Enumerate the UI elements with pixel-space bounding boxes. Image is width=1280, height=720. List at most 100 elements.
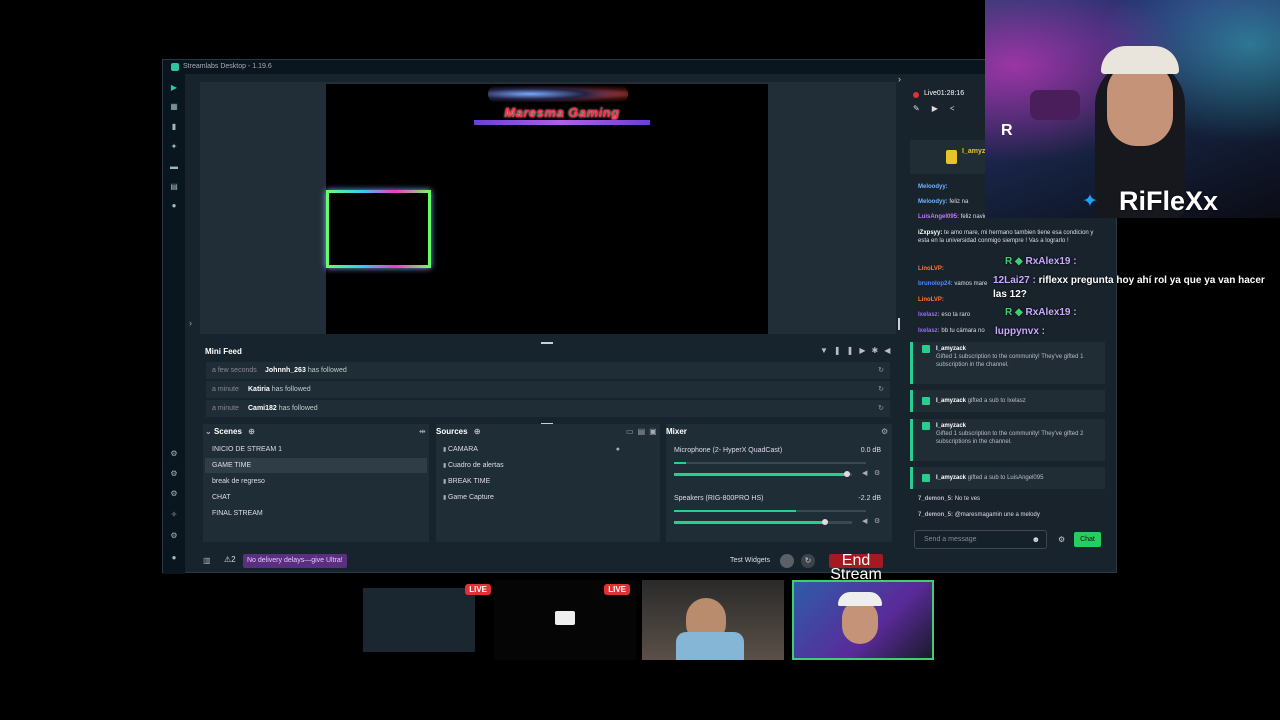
source-item[interactable]: ▮ Game Capture bbox=[436, 490, 660, 505]
volume-slider-knob[interactable] bbox=[822, 519, 828, 525]
settings-icon[interactable]: ✱ bbox=[871, 346, 884, 355]
feed-row: a minute Katiria has followed ↻ bbox=[206, 381, 890, 398]
volume-slider-knob[interactable] bbox=[844, 471, 850, 477]
pause-icon[interactable]: ❚❚ bbox=[834, 346, 859, 355]
chat-text: feliz na bbox=[949, 199, 969, 205]
sub-event: I_amyzack Gifted 1 subscription to the co… bbox=[910, 419, 1105, 461]
streamer-face bbox=[1107, 62, 1173, 146]
scene-item[interactable]: CHAT bbox=[205, 490, 427, 505]
overlay-user: 12Lai27 : bbox=[993, 275, 1036, 286]
source-settings-icon[interactable]: ▣ bbox=[649, 427, 661, 436]
source-label: CAMARA bbox=[447, 446, 478, 453]
thumbnail-host-cam[interactable] bbox=[792, 580, 934, 660]
source-item[interactable]: ▮ CAMARA ● bbox=[436, 442, 660, 457]
scene-item[interactable]: FINAL STREAM bbox=[205, 506, 427, 521]
replay-icon[interactable]: ↻ bbox=[878, 381, 884, 398]
camera-frame[interactable] bbox=[326, 190, 431, 268]
stats-icon[interactable]: ▥ bbox=[203, 556, 211, 565]
window-title: Streamlabs Desktop - 1.19.6 bbox=[183, 63, 272, 70]
brand-glow bbox=[488, 85, 628, 103]
stream-info-icon[interactable]: ▶ bbox=[932, 104, 950, 113]
layout-icon[interactable]: ▦ bbox=[169, 103, 179, 111]
mute-speaker-icon[interactable]: ◀ bbox=[862, 469, 867, 477]
share-icon[interactable]: < bbox=[950, 104, 967, 113]
chat-message: 7_demon_5: @maresmagamin une a melody bbox=[918, 511, 1103, 519]
resize-handle[interactable] bbox=[898, 318, 900, 330]
source-item[interactable]: ▮ Cuadro de alertas bbox=[436, 458, 660, 473]
overlay-chat-line: luppynvx : bbox=[995, 326, 1045, 337]
left-nav: ▶ ▦ ▮ ✦ ▬ ▤ ● ⚙ ⚙ ⚙ ✧ ⚙ ● bbox=[163, 74, 185, 574]
dashboard-icon[interactable]: ⚙ bbox=[169, 470, 179, 478]
apps-icon[interactable]: ● bbox=[169, 202, 179, 210]
chat-settings-icon[interactable]: ⚙ bbox=[1058, 535, 1065, 544]
edit-icon[interactable]: ✎ bbox=[913, 104, 932, 113]
mute-icon[interactable]: ◀ bbox=[884, 346, 896, 355]
mixer-settings-icon[interactable]: ⚙ bbox=[881, 427, 888, 436]
delay-badge[interactable]: No delivery delays—give Ultra! bbox=[243, 554, 347, 568]
streamlabs-logo-icon bbox=[171, 63, 179, 71]
themes-icon[interactable]: ✦ bbox=[169, 143, 179, 151]
source-label: BREAK TIME bbox=[447, 478, 491, 485]
thumbnail-screen[interactable]: LIVE bbox=[355, 580, 497, 660]
stage: { "app": {"title": "Streamlabs Desktop -… bbox=[0, 0, 1280, 720]
chat-user: iZxpsyy: bbox=[918, 230, 943, 236]
expand-chat-icon[interactable]: › bbox=[898, 74, 901, 84]
end-stream-button[interactable]: End Stream bbox=[829, 553, 883, 583]
alerts-icon[interactable]: ⚙ bbox=[169, 490, 179, 498]
volume-slider-fill bbox=[674, 521, 825, 524]
profile-icon[interactable]: ● bbox=[169, 554, 179, 562]
test-widgets-button[interactable] bbox=[780, 554, 794, 568]
chat-user: LuisAngel095: bbox=[918, 214, 960, 220]
sub-event: I_amyzack gifted a sub to LuisAngel095 bbox=[910, 467, 1105, 489]
scene-item[interactable]: INICIO DE STREAM 1 bbox=[205, 442, 427, 457]
alert-warning[interactable]: ⚠2 bbox=[224, 555, 236, 564]
hype-badge-icon bbox=[946, 150, 957, 164]
thumbnail-guest-cam[interactable] bbox=[642, 580, 784, 660]
source-group-icon[interactable]: ▤ bbox=[638, 427, 650, 436]
studio-icon[interactable]: ▮ bbox=[169, 123, 179, 131]
volume-slider-fill bbox=[674, 473, 847, 476]
source-folder-icon[interactable]: ▭ bbox=[626, 427, 638, 436]
overlay-user: luppynvx : bbox=[995, 326, 1046, 337]
chat-input[interactable]: Send a message ☻ bbox=[914, 530, 1047, 549]
mute-speaker-icon[interactable]: ◀ bbox=[862, 517, 867, 525]
chat-send-button[interactable]: Chat bbox=[1074, 532, 1101, 547]
settings-app-icon[interactable]: ⚙ bbox=[169, 450, 179, 458]
gift-icon bbox=[922, 397, 930, 405]
collapse-left-icon[interactable]: › bbox=[189, 318, 192, 328]
add-scene-icon[interactable]: ⊕ bbox=[248, 427, 255, 436]
skip-icon[interactable]: ▶ bbox=[859, 346, 871, 355]
chat-text: vamos mare bbox=[954, 281, 988, 287]
chat-message: iZxpsyy: te amo mare, mi hermano tambien… bbox=[918, 229, 1098, 245]
mixer-title: Mixer bbox=[666, 427, 687, 436]
chat-user: 7_demon_5: bbox=[918, 496, 954, 502]
live-time: 01:28:16 bbox=[936, 90, 965, 97]
store-icon[interactable]: ▬ bbox=[169, 163, 179, 171]
thumbnail-empty[interactable]: LIVE bbox=[494, 580, 636, 660]
channel-gear-icon[interactable]: ⚙ bbox=[874, 517, 880, 525]
replay-icon[interactable]: ↻ bbox=[878, 400, 884, 417]
mixer-channel-name: Microphone (2- HyperX QuadCast) bbox=[674, 447, 783, 454]
magic-icon[interactable]: ✧ bbox=[169, 511, 179, 519]
emote-icon[interactable]: ☻ bbox=[1032, 535, 1040, 544]
editor-icon[interactable]: ▶ bbox=[169, 84, 179, 92]
source-tools: ▭▤▣ bbox=[626, 427, 661, 436]
scene-transition-icon[interactable]: ⇹ bbox=[419, 427, 426, 436]
channel-gear-icon[interactable]: ⚙ bbox=[874, 469, 880, 477]
source-item[interactable]: ▮ BREAK TIME bbox=[436, 474, 660, 489]
drag-handle-top[interactable] bbox=[541, 342, 553, 344]
filter-icon[interactable]: ▼ bbox=[820, 346, 834, 355]
feed-row: a minute Cami182 has followed ↻ bbox=[206, 400, 890, 417]
widgets-icon[interactable]: ▤ bbox=[169, 183, 179, 191]
scene-item[interactable]: break de regreso bbox=[205, 474, 427, 489]
add-source-icon[interactable]: ⊕ bbox=[474, 427, 481, 436]
replay-buffer-button[interactable]: ↻ bbox=[801, 554, 815, 568]
replay-icon[interactable]: ↻ bbox=[878, 362, 884, 379]
settings-icon[interactable]: ⚙ bbox=[169, 532, 179, 540]
live-badge: LIVE bbox=[604, 584, 630, 595]
scene-item-selected[interactable]: GAME TIME bbox=[205, 458, 427, 473]
chat-user: Meloodyy: bbox=[918, 199, 948, 205]
lock-icon[interactable]: ● bbox=[616, 442, 620, 457]
chevron-down-icon[interactable]: ⌄ bbox=[205, 427, 212, 436]
chat-input-placeholder: Send a message bbox=[924, 536, 977, 543]
